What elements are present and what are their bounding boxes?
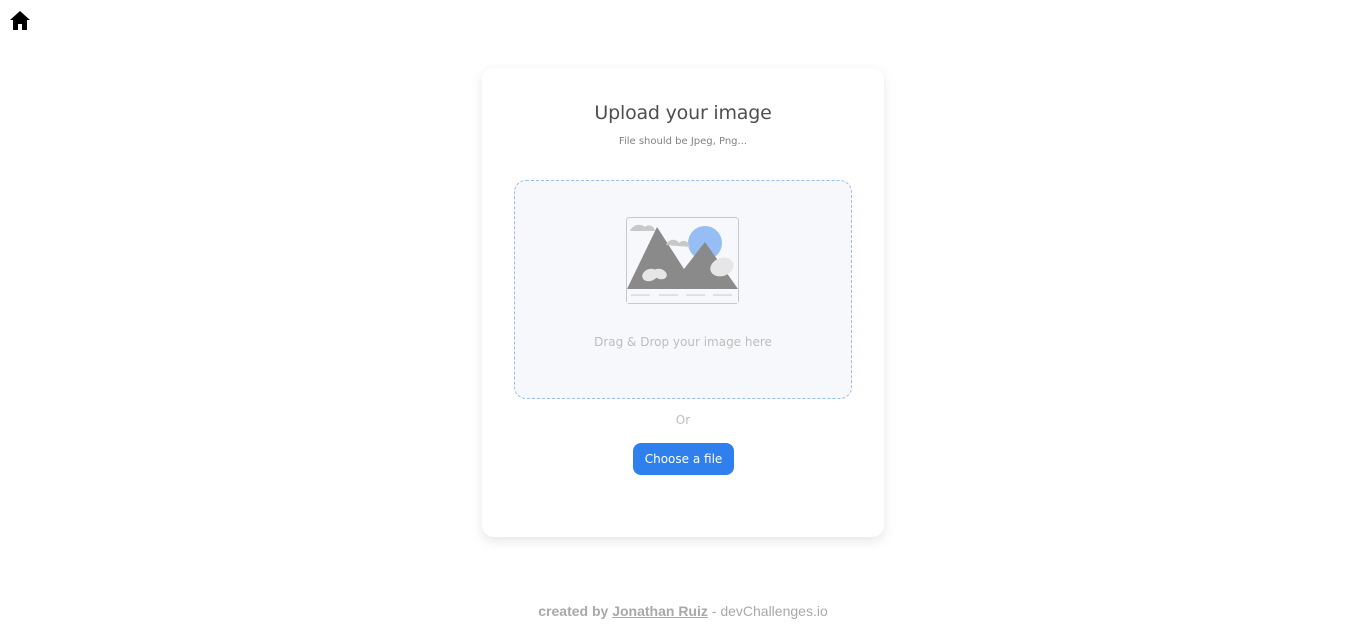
image-illustration-icon xyxy=(626,217,739,304)
file-type-hint: File should be Jpeg, Png... xyxy=(618,136,748,147)
home-icon xyxy=(10,11,30,30)
drop-zone[interactable]: Drag & Drop your image here xyxy=(514,180,852,399)
footer-suffix: - devChallenges.io xyxy=(711,603,828,619)
drop-zone-label: Drag & Drop your image here xyxy=(594,335,772,349)
author-link[interactable]: Jonathan Ruiz xyxy=(612,603,708,619)
home-button[interactable] xyxy=(9,10,31,32)
or-separator: Or xyxy=(675,413,691,427)
upload-card: Upload your image File should be Jpeg, P… xyxy=(482,68,884,537)
choose-file-button[interactable]: Choose a file xyxy=(633,443,734,475)
footer-prefix: created by xyxy=(538,603,609,619)
page-title: Upload your image xyxy=(594,102,772,124)
footer: created by Jonathan Ruiz - devChallenges… xyxy=(0,603,1366,619)
